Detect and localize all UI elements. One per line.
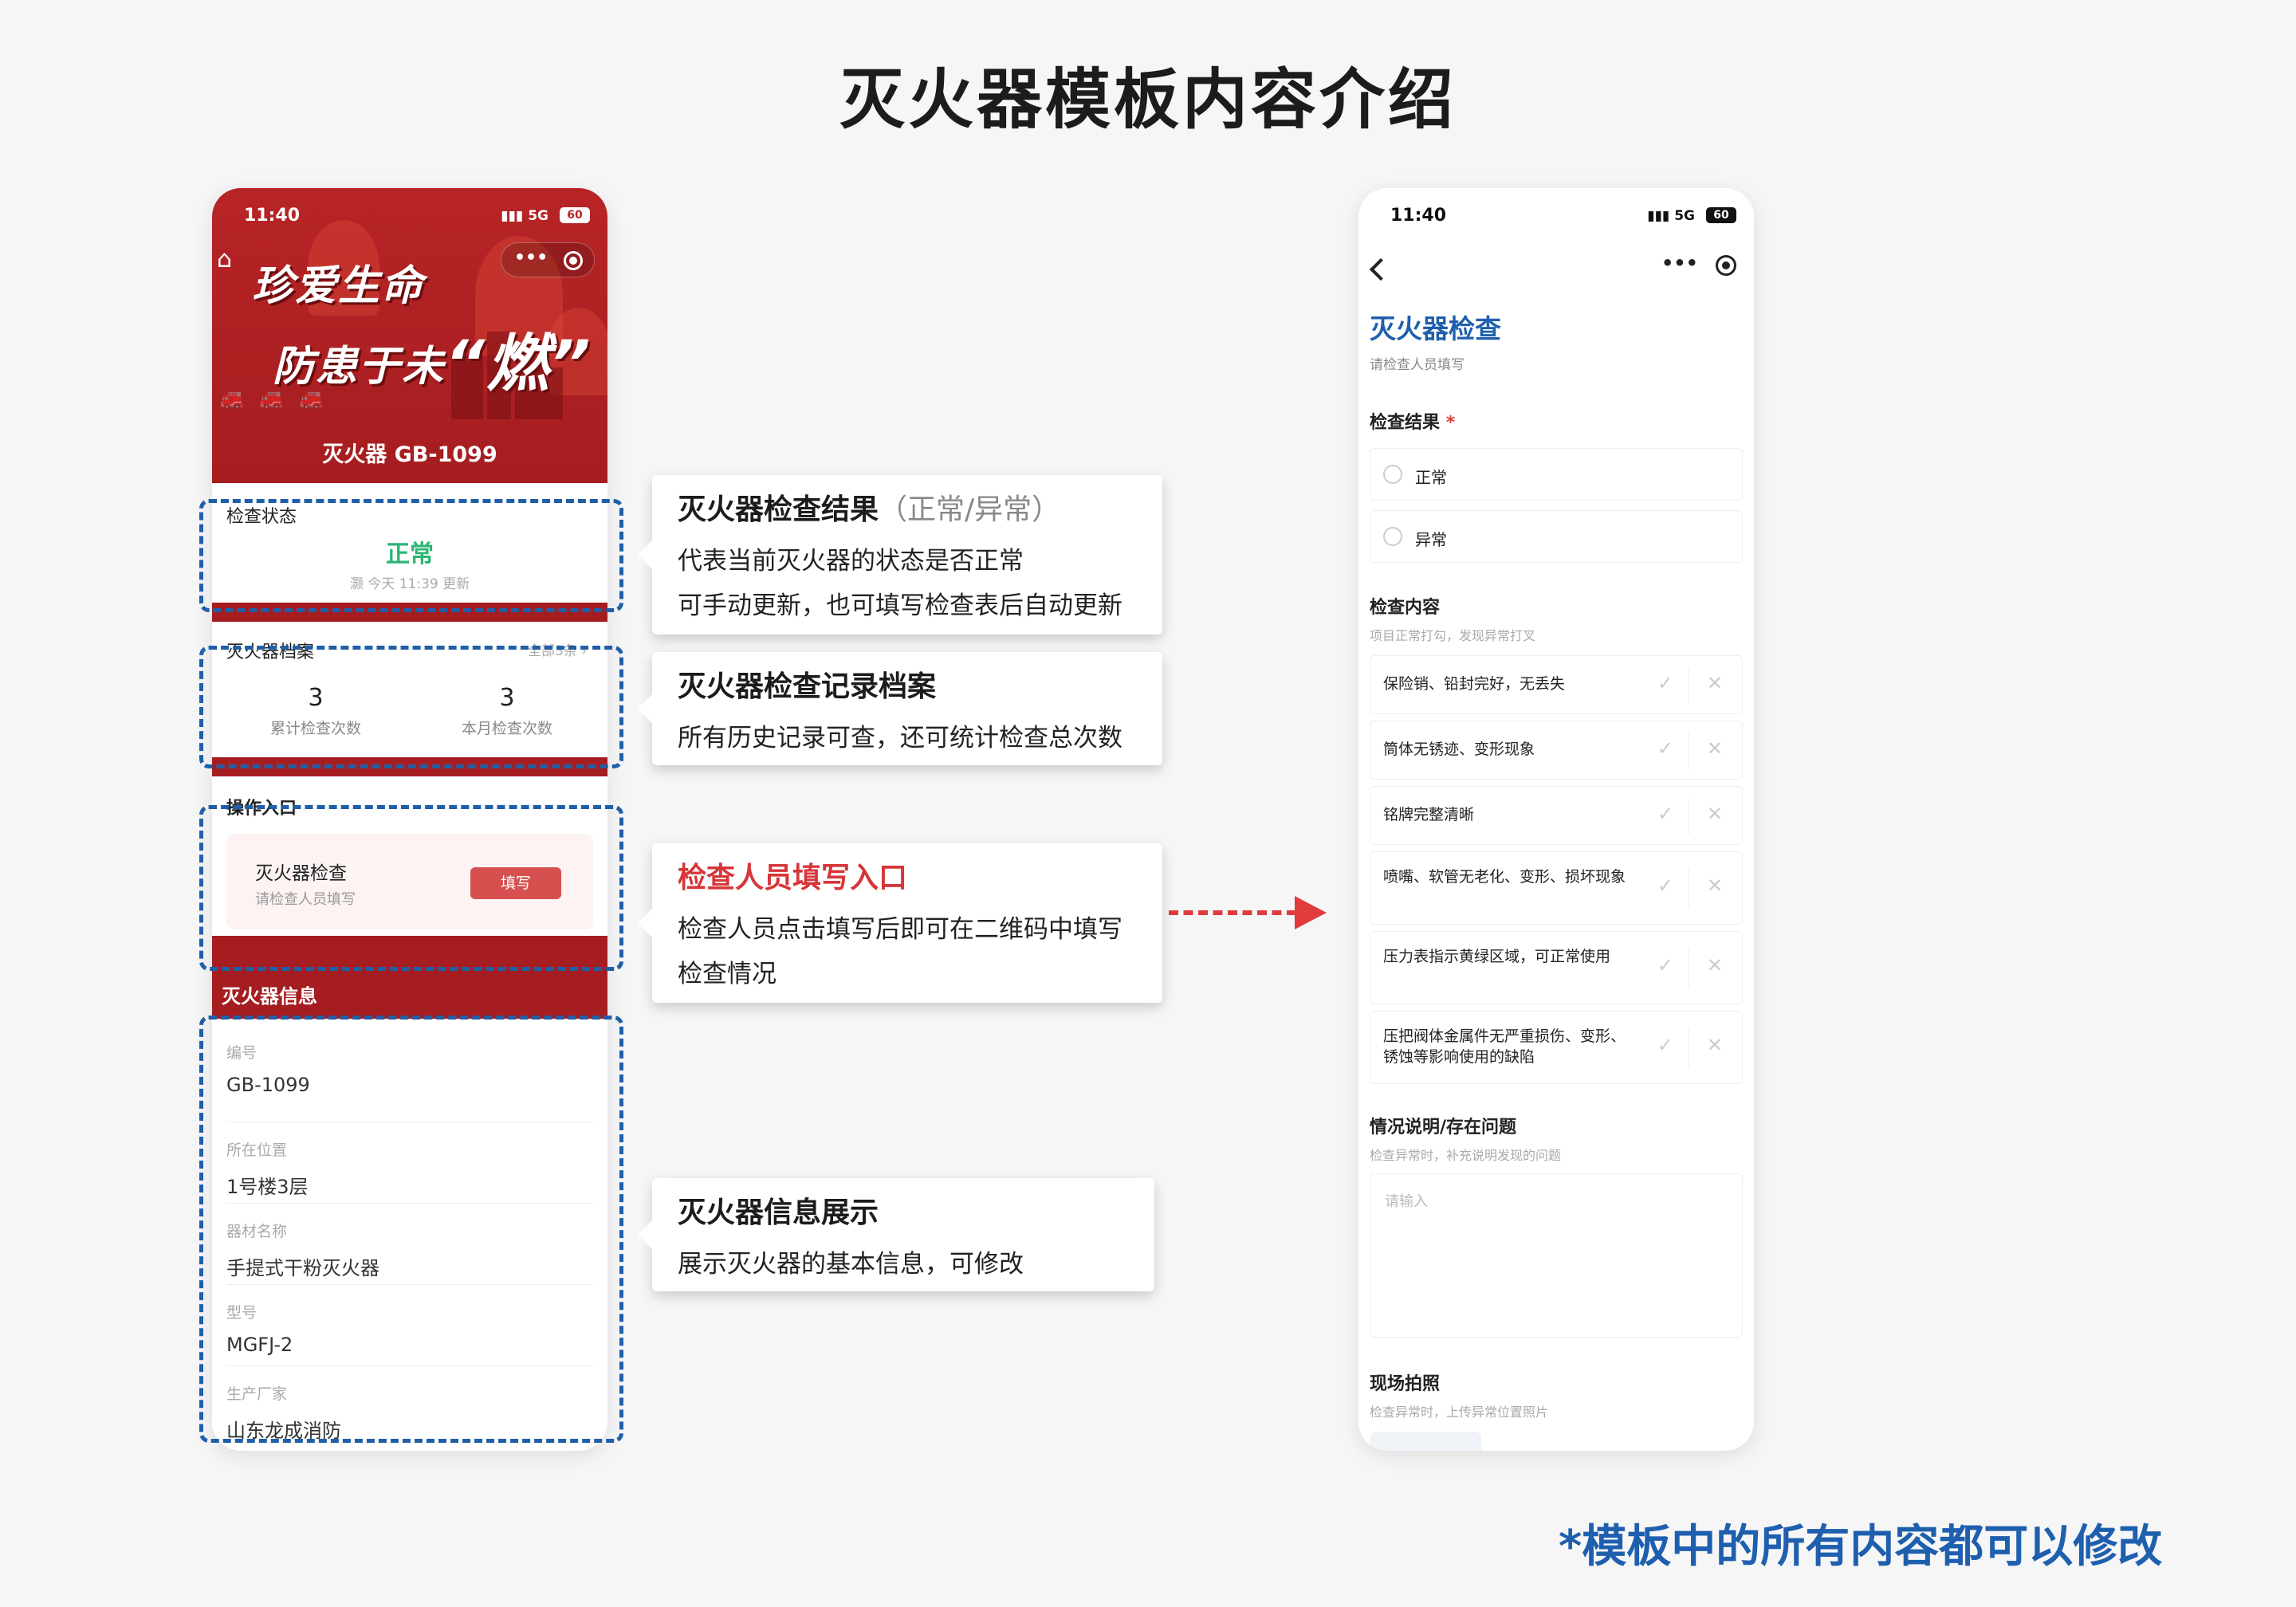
stat-total: 3 累计检查次数 [269, 684, 361, 737]
notes-label: 情况说明/存在问题 [1370, 1118, 1517, 1137]
check-item: 铭牌完整清晰 ✓ ✕ [1370, 786, 1743, 845]
more-icon[interactable]: ••• [1661, 252, 1698, 274]
info-row[interactable]: 型号 MGFJ-2 [226, 1285, 593, 1366]
flow-arrow [1169, 896, 1328, 929]
page-title: 灭火器模板内容介绍 [839, 62, 1457, 138]
check-status-label: 检查状态 [226, 507, 297, 527]
close-miniapp-icon[interactable] [564, 251, 583, 270]
check-status-card: 检查状态 正常 灏 今天 11:39 更新 [212, 483, 607, 603]
hero-banner: 11:40 ▮▮▮ 5G 60 ⌂ ••• 珍爱生命 防患于未“燃” 🚒🚒🚒 灭… [212, 188, 607, 483]
check-status-updated: 灏 今天 11:39 更新 [349, 576, 470, 592]
check-no-icon[interactable]: ✕ [1707, 874, 1723, 897]
status-bar: 11:40 ▮▮▮ 5G 60 [212, 188, 607, 244]
notes-hint: 检查异常时，补充说明发现的问题 [1370, 1148, 1562, 1163]
form-title: 灭火器检查 [1370, 313, 1501, 344]
entry-label: 操作入口 [226, 799, 297, 819]
battery-icon: 60 [560, 207, 590, 223]
info-row[interactable]: 生产厂家 山东龙成消防 [226, 1366, 593, 1448]
battery-icon: 60 [1706, 207, 1736, 223]
signal-icon: ▮▮▮ 5G [501, 208, 548, 224]
form-subtitle: 请检查人员填写 [1370, 357, 1464, 373]
content-label: 检查内容 [1370, 598, 1441, 618]
result-label: 检查结果 * [1370, 413, 1456, 433]
entry-title: 灭火器检查 [255, 863, 347, 884]
callout-info: 灭火器信息展示 展示灭火器的基本信息，可修改 [638, 1178, 1154, 1291]
fire-truck-icon: 🚒🚒🚒 [220, 387, 340, 410]
nav-bar: ••• [1358, 244, 1754, 295]
check-ok-icon[interactable]: ✓ [1657, 1034, 1673, 1056]
notes-textarea[interactable] [1370, 1173, 1743, 1338]
callout-entry: 检查人员填写入口 检查人员点击填写后即可在二维码中填写 检查情况 [638, 843, 1162, 1003]
photo-label: 现场拍照 [1370, 1374, 1441, 1394]
status-bar: 11:40 ▮▮▮ 5G 60 [1358, 188, 1754, 244]
archive-label: 灭火器档案 [226, 642, 315, 662]
stat-month: 3 本月检查次数 [461, 684, 552, 737]
check-status-value[interactable]: 正常 [212, 534, 607, 569]
home-icon[interactable]: ⌂ [217, 246, 232, 273]
check-item: 喷嘴、软管无老化、变形、损坏现象 ✓ ✕ [1370, 851, 1743, 925]
slogan-line1: 珍爱生命 [252, 262, 425, 310]
check-ok-icon[interactable]: ✓ [1657, 803, 1673, 825]
radio-abnormal[interactable]: 异常 [1370, 510, 1743, 563]
info-card: 编号 GB-1099 所在位置 1号楼3层 器材名称 手提式干粉灭火器 型号 MGFJ-… [212, 1019, 607, 1451]
photo-hint: 检查异常时，上传异常位置照片 [1370, 1405, 1549, 1420]
photo-upload-button[interactable] [1370, 1432, 1481, 1451]
check-no-icon[interactable]: ✕ [1707, 954, 1723, 976]
check-ok-icon[interactable]: ✓ [1657, 954, 1673, 976]
check-no-icon[interactable]: ✕ [1707, 1034, 1723, 1056]
fill-button[interactable]: 填写 [470, 867, 561, 899]
check-item: 保险销、铅封完好，无丢失 ✓ ✕ [1370, 655, 1743, 714]
info-row[interactable]: 编号 GB-1099 [226, 1041, 593, 1122]
check-no-icon[interactable]: ✕ [1707, 737, 1723, 760]
close-miniapp-icon[interactable] [1716, 255, 1736, 276]
content-hint: 项目正常打勾，发现异常打叉 [1370, 628, 1536, 643]
inspection-form-phone: 11:40 ▮▮▮ 5G 60 ••• 灭火器检查 请检查人员填写 检查结果 *… [1358, 188, 1754, 1451]
callout-check-result: 灭火器检查结果（正常/异常） 代表当前灭火器的状态是否正常 可手动更新，也可填写… [638, 475, 1162, 635]
check-ok-icon[interactable]: ✓ [1657, 874, 1673, 897]
info-header: 灭火器信息 [212, 936, 607, 1019]
radio-circle[interactable] [1383, 465, 1402, 484]
info-row[interactable]: 所在位置 1号楼3层 [226, 1122, 593, 1204]
signal-icon: ▮▮▮ 5G [1647, 208, 1695, 224]
footnote: *模板中的所有内容都可以修改 [1559, 1521, 2163, 1573]
check-no-icon[interactable]: ✕ [1707, 803, 1723, 825]
check-ok-icon[interactable]: ✓ [1657, 672, 1673, 694]
device-name: 灭火器 GB-1099 [322, 442, 497, 467]
radio-normal[interactable]: 正常 [1370, 448, 1743, 501]
check-item: 压力表指示黄绿区域，可正常使用 ✓ ✕ [1370, 931, 1743, 1004]
more-icon[interactable]: ••• [514, 248, 548, 268]
archive-card: 灭火器档案 全部3条 › 3 累计检查次数 3 本月检查次数 [212, 622, 607, 757]
entry-item[interactable]: 灭火器检查 请检查人员填写 填写 [226, 834, 593, 929]
radio-circle[interactable] [1383, 527, 1402, 546]
check-ok-icon[interactable]: ✓ [1657, 737, 1673, 760]
miniapp-capsule[interactable]: ••• [501, 242, 595, 277]
back-icon[interactable] [1369, 257, 1393, 281]
check-no-icon[interactable]: ✕ [1707, 672, 1723, 694]
entry-card: 操作入口 灭火器检查 请检查人员填写 填写 [212, 776, 607, 936]
archive-all-link[interactable]: 全部3条 › [528, 639, 587, 659]
check-item: 压把阀体金属件无严重损伤、变形、锈蚀等影响使用的缺陷 ✓ ✕ [1370, 1011, 1743, 1084]
entry-subtitle: 请检查人员填写 [255, 891, 356, 908]
info-row[interactable]: 器材名称 手提式干粉灭火器 [226, 1204, 593, 1285]
device-detail-phone: 11:40 ▮▮▮ 5G 60 ⌂ ••• 珍爱生命 防患于未“燃” 🚒🚒🚒 灭… [212, 188, 607, 1451]
check-item: 筒体无锈迹、变形现象 ✓ ✕ [1370, 721, 1743, 780]
callout-archive: 灭火器检查记录档案 所有历史记录可查，还可统计检查总次数 [638, 652, 1162, 765]
